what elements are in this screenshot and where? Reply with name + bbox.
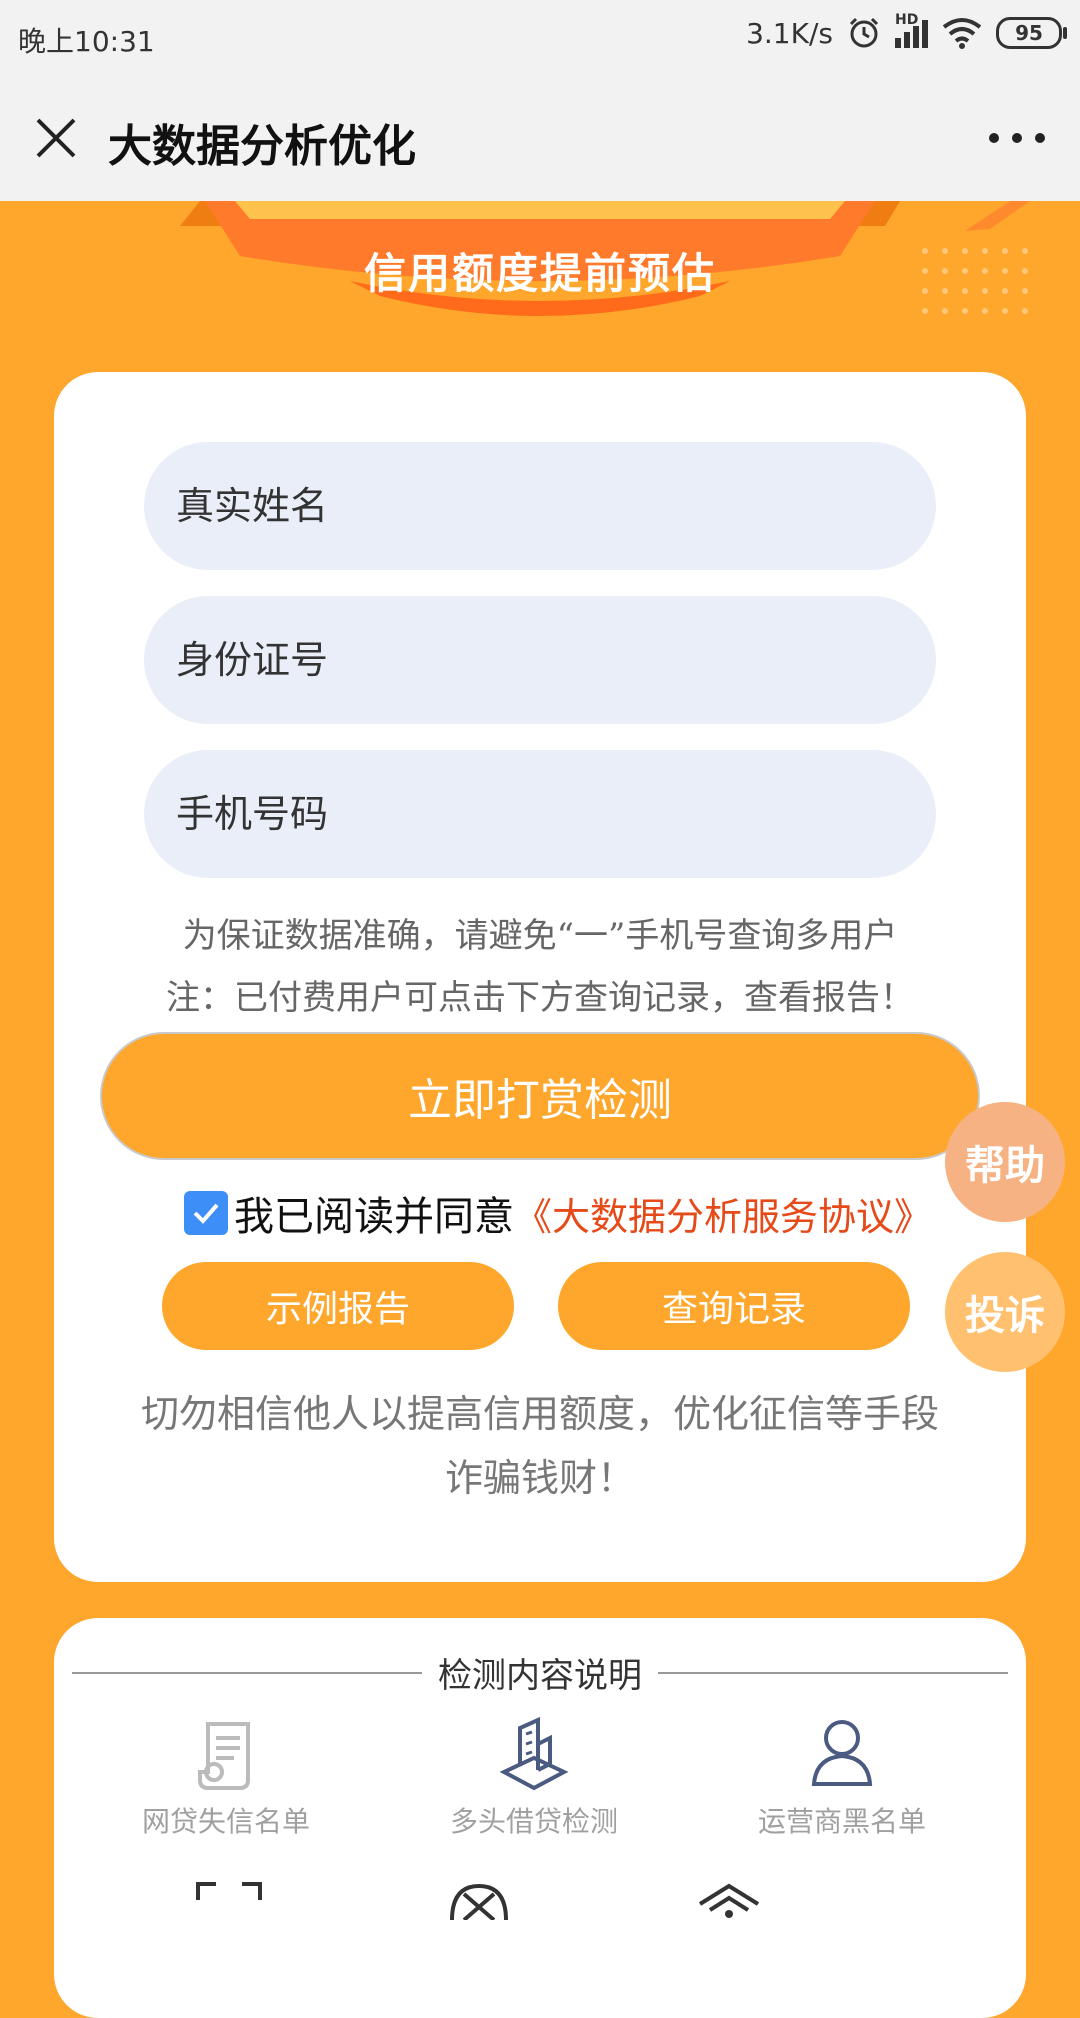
globe-icon [450, 1883, 508, 1920]
name-input[interactable] [144, 442, 936, 570]
complaint-label: 投诉 [965, 1293, 1045, 1339]
detect-item-multi-loan: 多头借贷检测 [384, 1714, 684, 1840]
detect-header: 检测内容说明 [72, 1648, 1008, 1697]
help-label: 帮助 [965, 1143, 1045, 1189]
agreement-row: 我已阅读并同意 《大数据分析服务协议》 [184, 1184, 932, 1242]
user-group-icon [811, 1720, 873, 1786]
detect-item-operator: 运营商黑名单 [692, 1714, 992, 1840]
id-number-input[interactable] [144, 596, 936, 724]
page-title: 大数据分析优化 [108, 121, 416, 172]
building-icon [499, 1716, 569, 1791]
agree-checkbox[interactable] [184, 1191, 228, 1235]
divider-right [658, 1671, 1008, 1674]
shield-stack-icon [698, 1883, 760, 1918]
status-bar: 晚上10:31 3.1K/s HD 95 [0, 0, 1080, 78]
divider-left [72, 1671, 422, 1674]
wifi-icon [942, 18, 982, 49]
warning-line-2: 诈骗钱财！ [444, 1456, 635, 1500]
battery-indicator: 95 [996, 17, 1067, 49]
notice-text: 为保证数据准确，请避免“一”手机号查询多用户 注：已付费用户可点击下方查询记录，… [120, 905, 960, 1029]
detect-label-multi-loan: 多头借贷检测 [449, 1805, 618, 1838]
warning-line-1: 切勿相信他人以提高信用额度，优化征信等手段 [140, 1392, 939, 1436]
close-icon[interactable] [32, 114, 80, 162]
status-time: 晚上10:31 [18, 25, 155, 58]
agree-text: 我已阅读并同意 [234, 1194, 514, 1240]
document-stack-icon [198, 1722, 250, 1790]
submit-detect-button[interactable]: 立即打赏检测 [100, 1032, 980, 1160]
banner-title: 信用额度提前预估 [363, 249, 716, 298]
title-bar: 大数据分析优化 [0, 78, 1080, 201]
agreement-link[interactable]: 《大数据分析服务协议》 [514, 1186, 932, 1241]
notice-line-2: 注：已付费用户可点击下方查询记录，查看报告！ [166, 978, 914, 1018]
more-options-icon[interactable] [982, 118, 1052, 158]
sample-report-button[interactable]: 示例报告 [162, 1262, 514, 1350]
fraud-warning: 切勿相信他人以提高信用额度，优化征信等手段 诈骗钱财！ [96, 1382, 984, 1510]
net-speed: 3.1K/s [746, 16, 833, 50]
alarm-icon [849, 17, 879, 48]
query-record-button[interactable]: 查询记录 [558, 1262, 910, 1350]
help-float-button[interactable]: 帮助 [945, 1102, 1065, 1222]
complaint-float-button[interactable]: 投诉 [945, 1252, 1065, 1372]
phone-input[interactable] [144, 750, 936, 878]
frame-icon [196, 1882, 262, 1900]
detect-item-blacklist: 网贷失信名单 [76, 1714, 376, 1840]
checkmark-icon [193, 1203, 219, 1224]
hd-label: HD [895, 12, 919, 28]
status-icons: 3.1K/s HD 95 [746, 12, 1067, 50]
hd-signal-icon: HD [895, 12, 928, 48]
detect-card: 检测内容说明 网贷失信名单 多头借贷检测 运营商黑名单 [54, 1618, 1026, 2018]
detect-title: 检测内容说明 [438, 1656, 642, 1696]
detect-label-blacklist: 网贷失信名单 [141, 1805, 310, 1838]
notice-line-1: 为保证数据准确，请避免“一”手机号查询多用户 [182, 916, 898, 956]
detect-label-operator: 运营商黑名单 [757, 1805, 926, 1838]
